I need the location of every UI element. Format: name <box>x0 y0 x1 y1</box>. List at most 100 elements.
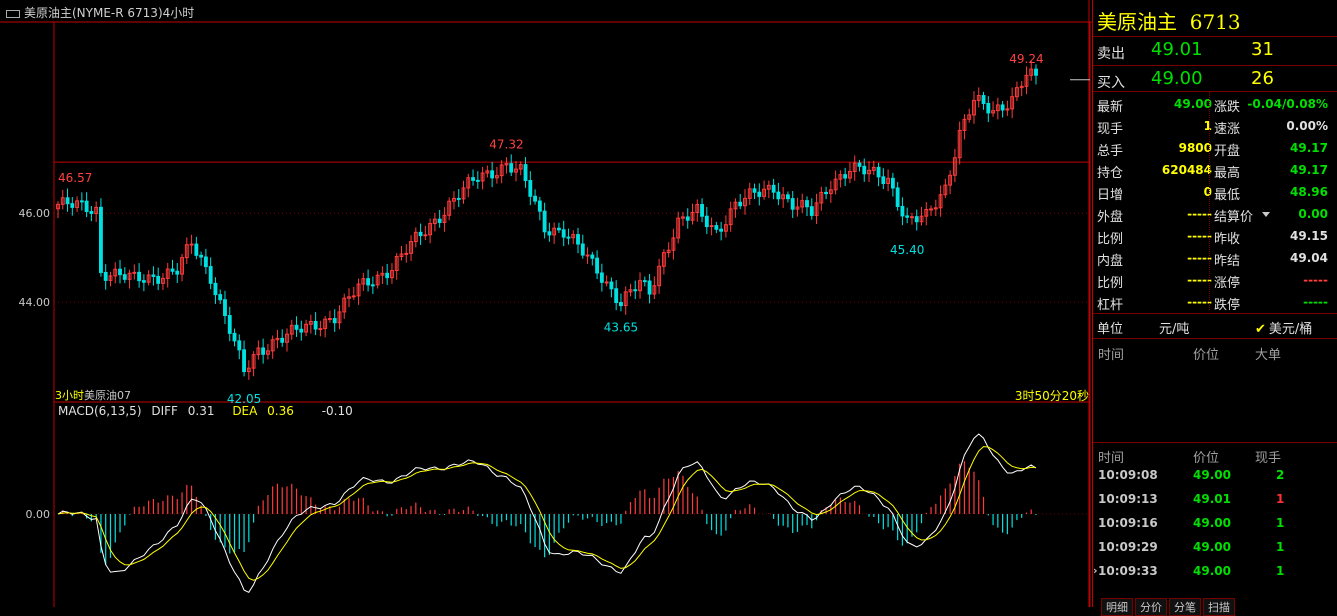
tick-row[interactable]: › 10:09:33 49.00 1 <box>1093 560 1337 584</box>
macd-zero-label: 0.00 <box>26 508 51 521</box>
candle-body <box>79 200 84 203</box>
quote-row: 比例 ----- 昨收 49.15 <box>1093 225 1337 247</box>
quote-value-right: ----- <box>1303 295 1328 309</box>
quote-label-right: 涨停 <box>1214 276 1241 291</box>
quote-label-right: 最低 <box>1214 188 1241 203</box>
chart-area[interactable]: 46.00 44.00 0.00 46.57 42.05 47.32 43.65 45.40 4… <box>0 0 1092 607</box>
candle-body <box>633 289 638 292</box>
candle-body <box>213 282 218 296</box>
candle-body <box>542 210 547 233</box>
tab-ticks[interactable]: 分笔 <box>1169 598 1201 616</box>
candle-body <box>471 177 475 181</box>
quote-value-right: 0.00% <box>1286 119 1328 133</box>
candle-body <box>318 328 323 331</box>
quote-row: 持仓 620484 最高 49.17 <box>1093 159 1337 181</box>
quote-value-left: 1 <box>1203 119 1212 133</box>
candle-body <box>137 271 142 282</box>
bigorder-header: 时间 价位 大单 <box>1093 342 1337 363</box>
col-bigorder: 大单 <box>1255 348 1282 363</box>
quote-label-left: 外盘 <box>1097 210 1124 225</box>
macd-diff-line <box>57 433 1037 593</box>
tick-header: 时间 价位 现手 <box>1093 445 1337 466</box>
kline-chart[interactable]: 46.0044.000.0046.5742.0547.3243.6545.404… <box>0 0 1092 607</box>
candle-body <box>199 254 204 258</box>
chart-frame <box>53 21 1091 607</box>
candle-body <box>528 180 533 197</box>
current-row-marker-icon: › <box>1093 564 1098 577</box>
window-icon[interactable] <box>6 9 20 18</box>
tick-volume: 2 <box>1276 468 1285 482</box>
ask-row[interactable]: 卖出 49.01 31 <box>1093 37 1337 65</box>
candle-body <box>752 188 757 193</box>
candle-body <box>776 191 781 200</box>
tick-time: 10:09:13 <box>1098 492 1158 506</box>
tick-row[interactable]: 10:09:29 49.00 1 <box>1093 536 1337 560</box>
macd-value: -0.10 <box>321 404 353 418</box>
candle-body <box>370 284 375 287</box>
candle-body <box>332 318 337 324</box>
candle-body <box>843 174 848 179</box>
unit-value[interactable]: 元/吨 <box>1159 318 1189 337</box>
macd-label: MACD(6,13,5) <box>58 404 142 418</box>
candle-body <box>537 200 542 212</box>
candle-body <box>647 280 652 295</box>
tick-volume: 1 <box>1276 516 1285 530</box>
price-annotation: 47.32 <box>489 138 523 152</box>
tick-time: 10:09:08 <box>1098 468 1158 482</box>
quote-value-right: 49.17 <box>1290 141 1328 155</box>
quote-label-right: 开盘 <box>1214 144 1241 159</box>
candle-body <box>237 340 242 351</box>
candle-body <box>366 278 371 286</box>
candle-body <box>614 288 619 304</box>
candle-body <box>757 191 762 197</box>
tick-row[interactable]: 10:09:08 49.00 2 <box>1093 464 1337 488</box>
quote-label-left: 比例 <box>1097 232 1124 247</box>
tab-price-dist[interactable]: 分价 <box>1135 598 1167 616</box>
candle-body <box>986 102 991 114</box>
tab-detail[interactable]: 明细 <box>1101 598 1133 616</box>
tick-time: 10:09:33 <box>1098 564 1158 578</box>
quote-code: 6713 <box>1189 10 1241 34</box>
candle-body <box>700 204 704 217</box>
quote-value-left: 49.00 <box>1174 97 1212 111</box>
candle-body <box>122 274 127 280</box>
candle-body <box>351 295 356 298</box>
quote-value-right: 0.00 <box>1298 207 1328 221</box>
candle-body <box>299 328 304 333</box>
bid-row[interactable]: 买入 49.00 26 <box>1093 66 1337 94</box>
candle-body <box>580 243 585 256</box>
quote-row: 总手 9800 开盘 49.17 <box>1093 137 1337 159</box>
candle-body <box>418 231 423 237</box>
quote-label-right: 昨结 <box>1214 254 1241 269</box>
candle-body <box>862 165 867 175</box>
check-icon: ✔ <box>1255 322 1266 337</box>
candle-body <box>175 270 180 275</box>
candle-body <box>208 266 213 284</box>
tick-time: 10:09:16 <box>1098 516 1158 530</box>
quote-label-right: 涨跌 <box>1214 100 1241 115</box>
candle-body <box>738 201 743 207</box>
quote-value-left: 9800 <box>1178 141 1212 155</box>
tab-scan[interactable]: 扫描 <box>1203 598 1235 616</box>
quote-column-divider <box>1209 92 1210 310</box>
candle-body <box>914 216 919 223</box>
chart-title: 美原油主(NYME-R 6713)4小时 <box>6 4 194 21</box>
candle-body <box>404 252 409 255</box>
candle-body <box>456 197 461 200</box>
chevron-down-icon[interactable] <box>1262 212 1270 217</box>
tick-row[interactable]: 10:09:13 49.01 1 <box>1093 488 1337 512</box>
unit-alt-toggle[interactable]: ✔ 美元/桶 <box>1255 318 1312 337</box>
y-tick-label: 46.00 <box>19 207 51 220</box>
candle-body <box>151 274 156 277</box>
tick-volume: 1 <box>1276 564 1285 578</box>
y-tick-label: 44.00 <box>19 296 51 309</box>
ask-price: 49.01 <box>1151 39 1203 60</box>
candle-body <box>595 257 600 274</box>
price-annotation: 43.65 <box>604 321 638 335</box>
divider <box>1093 442 1337 443</box>
candle-body <box>576 234 580 245</box>
tick-row[interactable]: 10:09:16 49.00 1 <box>1093 512 1337 536</box>
quote-value-right: 48.96 <box>1290 185 1328 199</box>
period-label: 3小时 <box>55 389 84 402</box>
tick-time: 10:09:29 <box>1098 540 1158 554</box>
